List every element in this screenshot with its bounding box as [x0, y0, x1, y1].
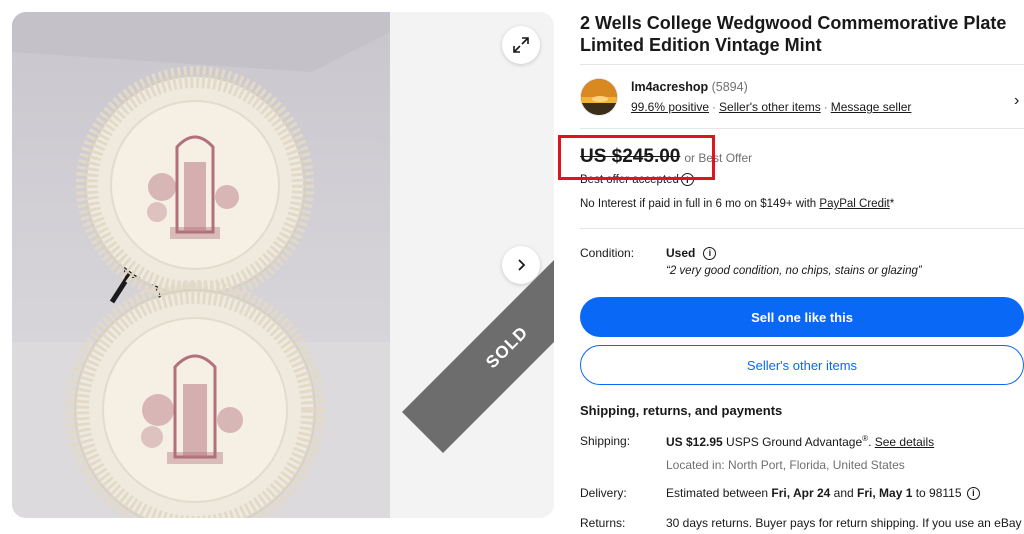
info-icon[interactable]: i	[703, 246, 717, 260]
chevron-right-icon[interactable]: ›	[1014, 92, 1019, 110]
seller-name[interactable]: lm4acreshop	[631, 80, 708, 94]
positive-feedback-link[interactable]: 99.6% positive	[631, 100, 709, 114]
condition-note: “2 very good condition, no chips, stains…	[666, 265, 922, 277]
returns-value: 30 days returns. Buyer pays for return s…	[666, 516, 1022, 530]
divider	[580, 64, 1024, 65]
expand-icon[interactable]	[502, 26, 540, 64]
seller-links: 99.6% positive · Seller's other items · Mess…	[631, 100, 912, 114]
image-gallery: SOLD	[12, 12, 554, 518]
shipping-heading: Shipping, returns, and payments	[580, 403, 783, 418]
info-icon[interactable]: i	[966, 486, 980, 500]
condition-label: Condition:	[580, 246, 635, 260]
listing-title: 2 Wells College Wedgwood Commemorative P…	[580, 13, 1007, 55]
condition-value: Used i	[666, 246, 717, 260]
divider	[580, 228, 1024, 229]
item-location: Located in: North Port, Florida, United …	[666, 458, 905, 472]
sellers-other-items-link[interactable]: Seller's other items	[719, 100, 821, 114]
message-seller-link[interactable]: Message seller	[831, 100, 912, 114]
see-details-link[interactable]: See details	[875, 435, 934, 449]
sell-one-like-this-button[interactable]: Sell one like this	[580, 297, 1024, 337]
divider	[580, 128, 1024, 129]
price-highlight-box	[558, 135, 715, 180]
product-photo[interactable]	[12, 12, 390, 518]
delivery-label: Delivery:	[580, 486, 627, 500]
feedback-count: (5894)	[711, 80, 748, 94]
financing-offer: No Interest if paid in full in 6 mo on $…	[580, 198, 895, 210]
plates-illustration	[12, 12, 390, 518]
delivery-value: Estimated between Fri, Apr 24 and Fri, M…	[666, 486, 980, 500]
returns-label: Returns:	[580, 516, 626, 530]
shipping-label: Shipping:	[580, 434, 631, 448]
paypal-credit-link[interactable]: PayPal Credit	[819, 198, 889, 210]
sellers-other-items-button[interactable]: Seller's other items	[580, 345, 1024, 385]
shipping-value: US $12.95 USPS Ground Advantage®. See de…	[666, 434, 935, 449]
seller-info: lm4acreshop (5894)	[631, 80, 748, 94]
seller-avatar[interactable]	[580, 78, 618, 116]
item-details: 2 Wells College Wedgwood Commemorative P…	[580, 0, 1024, 534]
